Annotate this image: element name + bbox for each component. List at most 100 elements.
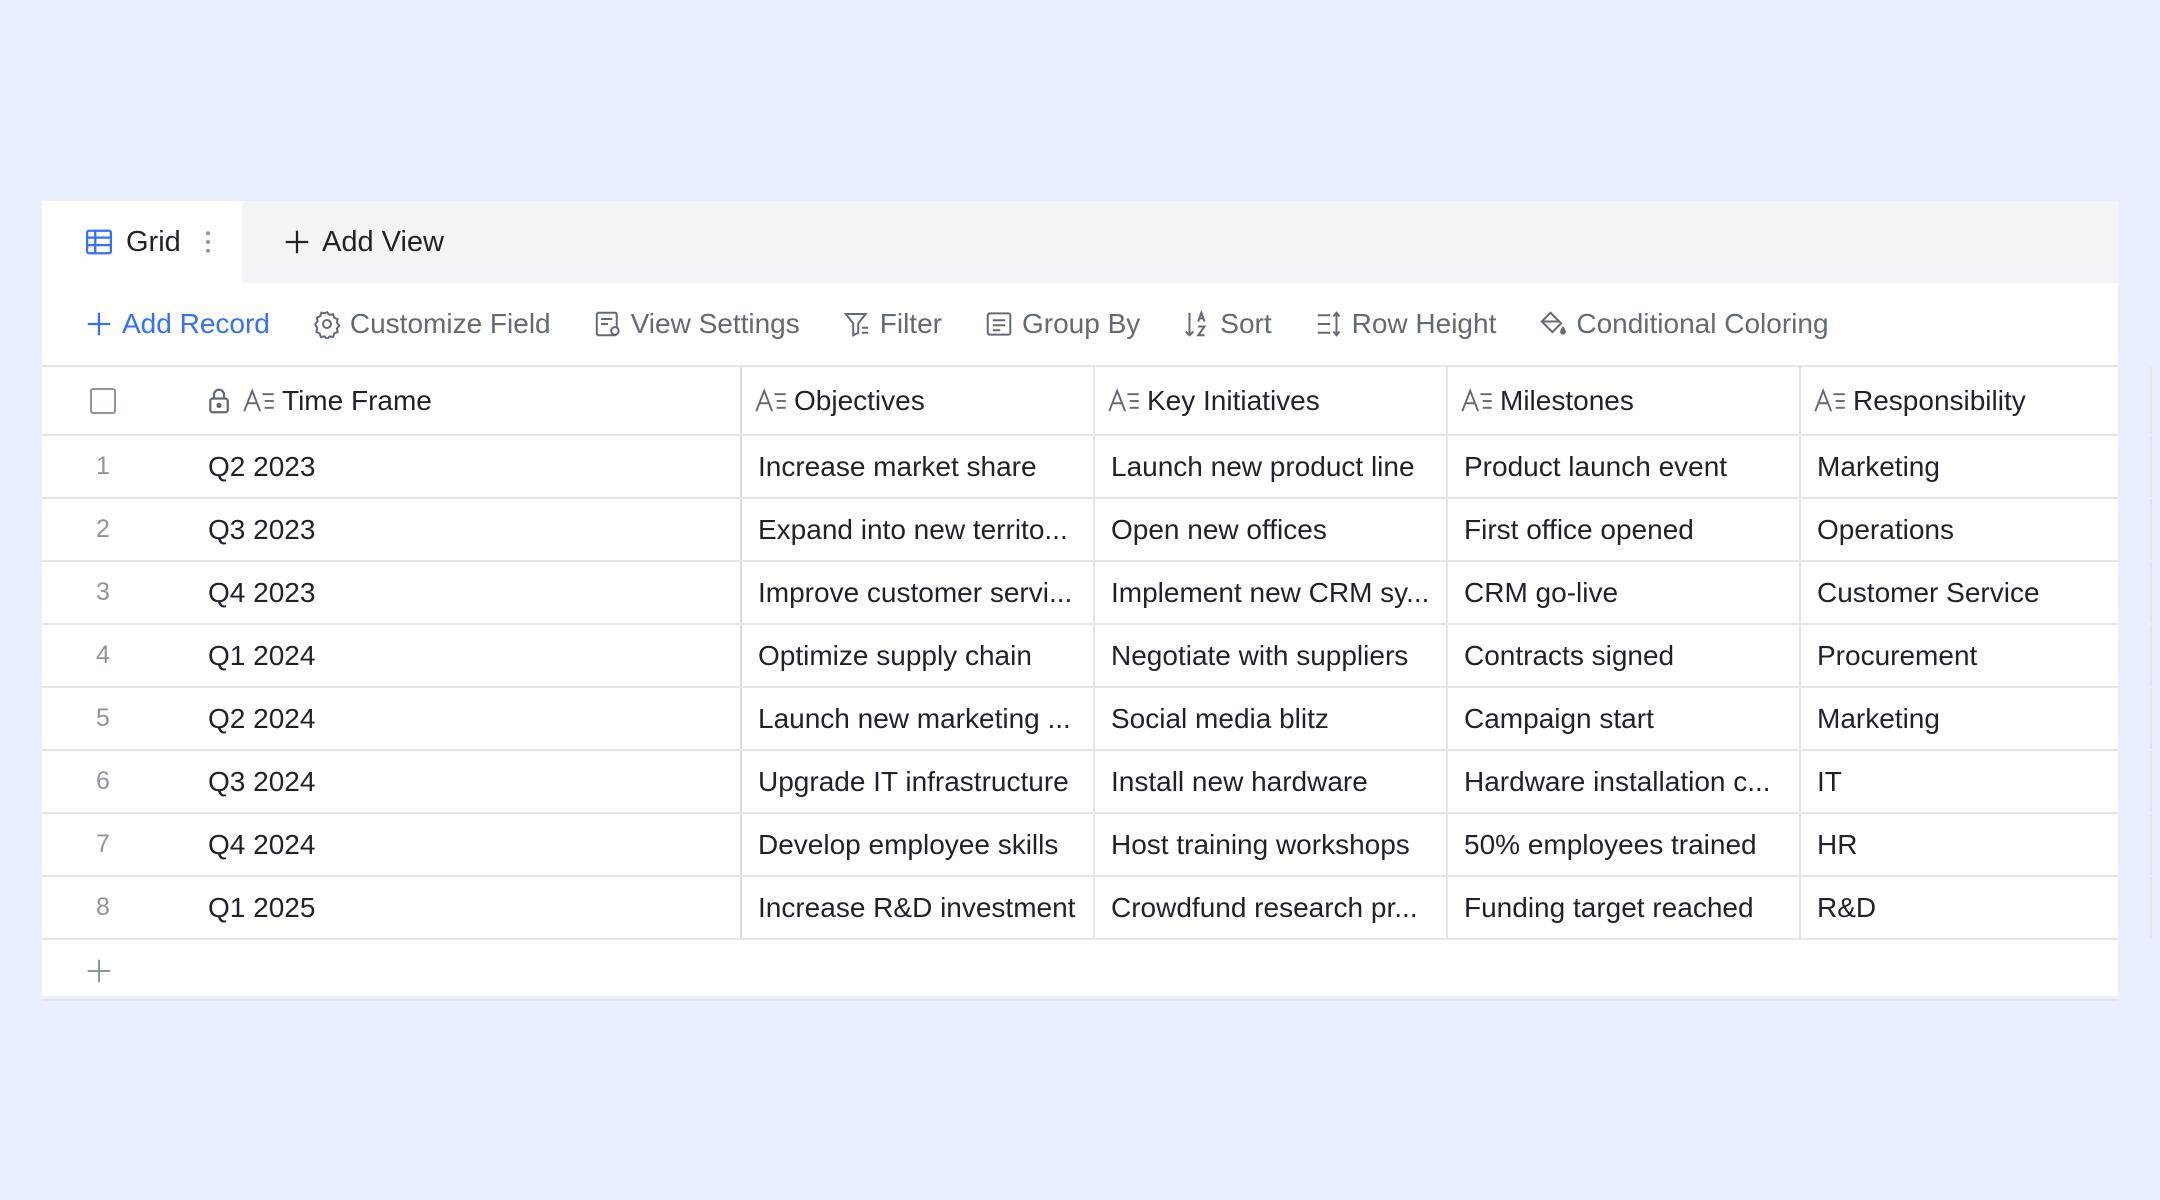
cell-objectives[interactable]: Optimize supply chain bbox=[740, 625, 1093, 686]
text-field-icon bbox=[755, 387, 786, 412]
cell-objectives[interactable]: Improve customer servi... bbox=[740, 562, 1093, 623]
cell-time-frame[interactable]: Q4 2023 bbox=[164, 562, 740, 623]
cell-milestones[interactable]: Campaign start bbox=[1446, 688, 1799, 749]
row-height-label: Row Height bbox=[1351, 308, 1497, 339]
table-row[interactable]: 4 Q1 2024 Optimize supply chain Negotiat… bbox=[42, 623, 2152, 686]
cell-objectives[interactable]: Launch new marketing ... bbox=[740, 688, 1093, 749]
table-row[interactable]: 1 Q2 2023 Increase market share Launch n… bbox=[42, 434, 2152, 497]
table-row[interactable]: 7 Q4 2024 Develop employee skills Host t… bbox=[42, 812, 2152, 875]
text-field-icon bbox=[1108, 387, 1139, 412]
column-header-time-frame[interactable]: Time Frame bbox=[164, 367, 740, 434]
cell-time-frame[interactable]: Q1 2025 bbox=[164, 877, 740, 938]
cell-key-initiatives[interactable]: Negotiate with suppliers bbox=[1093, 625, 1446, 686]
cell-key-initiatives[interactable]: Crowdfund research pr... bbox=[1093, 877, 1446, 938]
conditional-coloring-button[interactable]: Conditional Coloring bbox=[1538, 308, 1829, 340]
cell-key-initiatives[interactable]: Launch new product line bbox=[1093, 436, 1446, 497]
cell-time-frame[interactable]: Q4 2024 bbox=[164, 814, 740, 875]
cell-responsibility[interactable]: HR bbox=[1799, 814, 2152, 875]
add-view-label: Add View bbox=[322, 225, 444, 258]
cell-time-frame[interactable]: Q2 2024 bbox=[164, 688, 740, 749]
cell-responsibility[interactable]: Procurement bbox=[1799, 625, 2152, 686]
view-settings-label: View Settings bbox=[630, 308, 800, 339]
cell-milestones[interactable]: Funding target reached bbox=[1446, 877, 1799, 938]
cell-objectives[interactable]: Upgrade IT infrastructure bbox=[740, 751, 1093, 812]
select-all-cell bbox=[42, 367, 164, 434]
paint-bucket-icon bbox=[1540, 311, 1567, 335]
add-record-button[interactable]: Add Record bbox=[84, 308, 270, 340]
view-tab-bar: Grid Add View bbox=[42, 201, 2118, 283]
customize-field-label: Customize Field bbox=[349, 308, 551, 339]
view-settings-button[interactable]: View Settings bbox=[593, 308, 800, 340]
grid-view-panel: Grid Add View Add Record Customize Field bbox=[42, 201, 2152, 1001]
add-view-button[interactable]: Add View bbox=[282, 201, 444, 283]
row-number: 7 bbox=[96, 830, 110, 858]
conditional-coloring-label: Conditional Coloring bbox=[1576, 308, 1829, 339]
text-field-icon bbox=[243, 387, 274, 412]
cell-responsibility[interactable]: Operations bbox=[1799, 499, 2152, 560]
add-row-button[interactable] bbox=[42, 938, 2118, 1001]
customize-field-button[interactable]: Customize Field bbox=[312, 308, 551, 340]
cell-key-initiatives[interactable]: Install new hardware bbox=[1093, 751, 1446, 812]
column-header-objectives[interactable]: Objectives bbox=[740, 367, 1093, 434]
table-row[interactable]: 2 Q3 2023 Expand into new territo... Ope… bbox=[42, 497, 2152, 560]
cell-milestones[interactable]: First office opened bbox=[1446, 499, 1799, 560]
text-field-icon bbox=[1814, 387, 1845, 412]
cell-milestones[interactable]: Contracts signed bbox=[1446, 625, 1799, 686]
group-by-icon bbox=[986, 312, 1012, 336]
sort-label: Sort bbox=[1220, 308, 1272, 339]
table-row[interactable]: 6 Q3 2024 Upgrade IT infrastructure Inst… bbox=[42, 749, 2152, 812]
cell-time-frame[interactable]: Q2 2023 bbox=[164, 436, 740, 497]
column-header-label: Responsibility bbox=[1853, 384, 2026, 416]
cell-responsibility[interactable]: Customer Service bbox=[1799, 562, 2152, 623]
plus-icon bbox=[87, 312, 111, 336]
table-row[interactable]: 5 Q2 2024 Launch new marketing ... Socia… bbox=[42, 686, 2152, 749]
row-number: 3 bbox=[96, 578, 110, 606]
lock-icon bbox=[209, 388, 229, 413]
column-header-label: Objectives bbox=[794, 384, 925, 416]
gear-icon bbox=[313, 310, 341, 339]
cell-time-frame[interactable]: Q3 2024 bbox=[164, 751, 740, 812]
add-record-label: Add Record bbox=[122, 308, 270, 339]
row-height-icon bbox=[1317, 311, 1341, 337]
cell-key-initiatives[interactable]: Social media blitz bbox=[1093, 688, 1446, 749]
cell-responsibility[interactable]: IT bbox=[1799, 751, 2152, 812]
cell-milestones[interactable]: CRM go-live bbox=[1446, 562, 1799, 623]
row-number: 2 bbox=[96, 515, 110, 543]
column-header-responsibility[interactable]: Responsibility bbox=[1799, 367, 2152, 434]
cell-objectives[interactable]: Increase R&D investment bbox=[740, 877, 1093, 938]
cell-time-frame[interactable]: Q3 2023 bbox=[164, 499, 740, 560]
column-header-key-initiatives[interactable]: Key Initiatives bbox=[1093, 367, 1446, 434]
header-row: Time Frame Objectives Key Initiatives Mi… bbox=[42, 365, 2152, 434]
grid-table-icon bbox=[86, 229, 112, 255]
cell-objectives[interactable]: Expand into new territo... bbox=[740, 499, 1093, 560]
cell-milestones[interactable]: Product launch event bbox=[1446, 436, 1799, 497]
row-number: 6 bbox=[96, 767, 110, 795]
cell-responsibility[interactable]: Marketing bbox=[1799, 436, 2152, 497]
cell-responsibility[interactable]: R&D bbox=[1799, 877, 2152, 938]
cell-objectives[interactable]: Develop employee skills bbox=[740, 814, 1093, 875]
group-by-button[interactable]: Group By bbox=[984, 308, 1140, 340]
filter-label: Filter bbox=[879, 308, 942, 339]
cell-milestones[interactable]: 50% employees trained bbox=[1446, 814, 1799, 875]
row-height-button[interactable]: Row Height bbox=[1314, 308, 1497, 340]
filter-button[interactable]: Filter bbox=[842, 308, 942, 340]
cell-key-initiatives[interactable]: Host training workshops bbox=[1093, 814, 1446, 875]
cell-objectives[interactable]: Increase market share bbox=[740, 436, 1093, 497]
filter-icon bbox=[843, 313, 868, 337]
cell-responsibility[interactable]: Marketing bbox=[1799, 688, 2152, 749]
table-row[interactable]: 3 Q4 2023 Improve customer servi... Impl… bbox=[42, 560, 2152, 623]
view-settings-icon bbox=[595, 311, 620, 337]
select-all-checkbox[interactable] bbox=[90, 387, 116, 414]
cell-key-initiatives[interactable]: Open new offices bbox=[1093, 499, 1446, 560]
cell-key-initiatives[interactable]: Implement new CRM sy... bbox=[1093, 562, 1446, 623]
column-header-label: Key Initiatives bbox=[1147, 384, 1320, 416]
tab-grid[interactable]: Grid bbox=[42, 201, 242, 283]
cell-milestones[interactable]: Hardware installation c... bbox=[1446, 751, 1799, 812]
column-header-milestones[interactable]: Milestones bbox=[1446, 367, 1799, 434]
text-field-icon bbox=[1461, 387, 1492, 412]
cell-time-frame[interactable]: Q1 2024 bbox=[164, 625, 740, 686]
sort-button[interactable]: Sort bbox=[1182, 308, 1272, 340]
column-header-label: Milestones bbox=[1500, 384, 1634, 416]
more-vertical-icon[interactable] bbox=[202, 227, 214, 257]
table-row[interactable]: 8 Q1 2025 Increase R&D investment Crowdf… bbox=[42, 875, 2152, 938]
